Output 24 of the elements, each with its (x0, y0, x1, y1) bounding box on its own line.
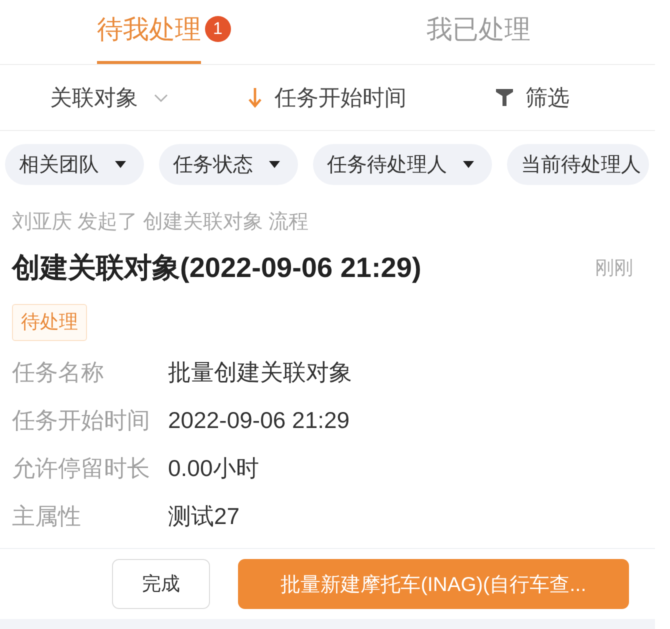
field-label: 允许停留时长 (12, 454, 151, 482)
field-value: 批量创建关联对象 (168, 358, 352, 386)
field-label: 主属性 (12, 502, 82, 530)
field-value: 2022-09-06 21:29 (168, 406, 350, 434)
arrow-down-icon (248, 88, 262, 108)
field-value: 0.00小时 (168, 454, 259, 482)
status-tag: 待处理 (12, 304, 87, 341)
secondary-button[interactable]: 完成 (112, 559, 210, 609)
field-value: 测试27 (168, 502, 240, 530)
filter-chip[interactable]: 相关团队 (5, 144, 144, 185)
field-label: 任务名称 (12, 358, 105, 386)
filter-chip[interactable]: 任务状态 (159, 144, 298, 185)
task-title: 创建关联对象(2022-09-06 21:29) (12, 251, 422, 285)
filter-chip[interactable]: 任务待处理人 (313, 144, 492, 185)
chevron-down-icon (154, 94, 168, 102)
count-badge: 1 (204, 16, 231, 42)
filter-button[interactable]: 筛选 (496, 82, 570, 112)
filter-icon (496, 89, 514, 106)
timestamp: 刚刚 (595, 257, 633, 281)
field-label: 任务开始时间 (12, 406, 151, 434)
dropdown-button[interactable]: 关联对象 (50, 82, 168, 112)
sort-button[interactable]: 任务开始时间 (248, 82, 406, 112)
filter-chip[interactable]: 当前待处理人 (507, 144, 649, 185)
initiator-text: 刘亚庆 发起了 创建关联对象 流程 (12, 210, 310, 234)
